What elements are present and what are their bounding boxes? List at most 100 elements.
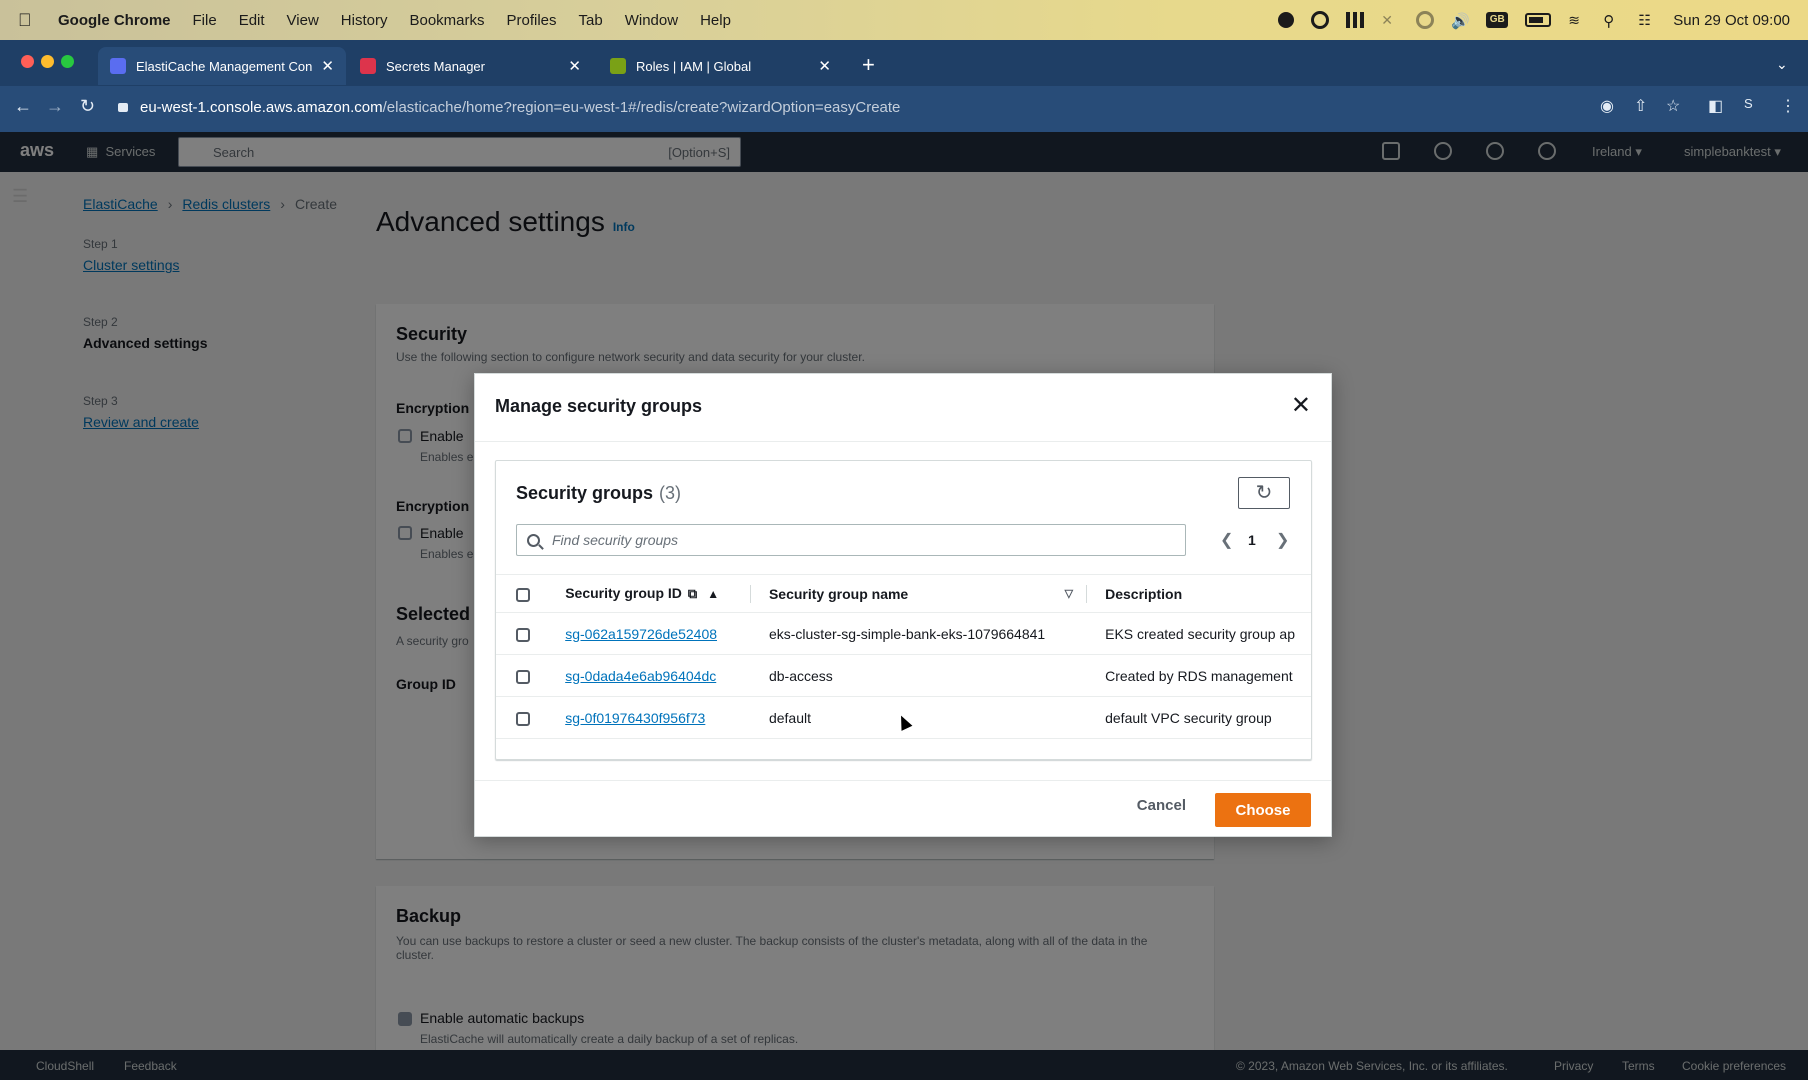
row-select-cell	[496, 612, 548, 655]
tab-elasticache[interactable]: ElastiCache Management Con ✕	[98, 47, 346, 85]
search-input[interactable]	[552, 532, 1185, 548]
close-tab-icon[interactable]: ✕	[568, 57, 581, 75]
modal-header: Manage security groups ✕	[475, 374, 1331, 442]
tab-label: Secrets Manager	[386, 58, 485, 74]
security-group-id-cell: sg-062a159726de52408	[547, 612, 751, 655]
macos-menubar:  Google Chrome File Edit View History B…	[0, 0, 1808, 40]
refresh-button[interactable]: ↻	[1238, 477, 1290, 509]
menu-window[interactable]: Window	[625, 12, 678, 29]
choose-button[interactable]: Choose	[1215, 793, 1311, 827]
screen-capture-icon[interactable]	[1311, 11, 1330, 29]
select-all-checkbox[interactable]	[516, 587, 530, 602]
bluetooth-icon[interactable]: ✕	[1381, 12, 1399, 28]
table-row[interactable]: sg-062a159726de52408 eks-cluster-sg-simp…	[496, 612, 1311, 655]
battery-icon[interactable]	[1525, 13, 1552, 27]
sidebar-menu-icon[interactable]: ☰	[12, 186, 28, 207]
sort-ascending-icon: ▲	[707, 587, 720, 601]
select-all-cell	[496, 574, 548, 613]
security-group-name-cell: db-access	[750, 654, 1088, 697]
cancel-button[interactable]: Cancel	[1137, 797, 1186, 814]
control-center-icon[interactable]: ☷	[1638, 12, 1656, 28]
elasticache-favicon-icon	[110, 58, 126, 74]
address-bar[interactable]: eu-west-1.console.aws.amazon.com/elastic…	[118, 92, 1558, 122]
table-header-row: Security group ID ⧉ ▲ Security group name ▽…	[496, 574, 1311, 613]
security-groups-count: (3)	[659, 483, 682, 503]
spotlight-icon[interactable]: ⚲	[1603, 12, 1621, 30]
security-group-id-link[interactable]: sg-062a159726de52408	[565, 626, 717, 642]
previous-page-icon[interactable]: ❮	[1220, 530, 1233, 550]
security-groups-title: Security groups	[516, 483, 654, 503]
new-tab-icon[interactable]: +	[862, 52, 875, 78]
menu-view[interactable]: View	[287, 12, 319, 29]
focus-icon[interactable]	[1416, 11, 1435, 29]
minimize-window-button[interactable]	[41, 55, 54, 68]
description-cell: EKS created security group ap	[1087, 612, 1311, 655]
security-group-id-header[interactable]: Security group ID ⧉ ▲	[547, 574, 751, 613]
security-group-id-header-label: Security group ID	[565, 585, 682, 601]
security-group-id-cell: sg-0f01976430f956f73	[547, 696, 751, 739]
row-select-cell	[496, 654, 548, 697]
manage-security-groups-modal: Manage security groups ✕ Security groups…	[474, 373, 1332, 837]
security-group-id-link[interactable]: sg-0dada4e6ab96404dc	[565, 668, 716, 684]
close-window-button[interactable]	[21, 55, 34, 68]
close-icon[interactable]: ✕	[1291, 394, 1311, 418]
row-select-cell	[496, 696, 548, 739]
url-path: /elasticache/home?region=eu-west-1#/redi…	[382, 98, 901, 116]
table-row[interactable]: sg-0dada4e6ab96404dc db-access Created b…	[496, 654, 1311, 697]
menubar-datetime[interactable]: Sun 29 Oct 09:00	[1673, 12, 1790, 29]
modal-title: Manage security groups	[495, 396, 703, 416]
bookmark-star-icon[interactable]: ☆	[1666, 96, 1680, 116]
maximize-window-button[interactable]	[61, 55, 74, 68]
reload-icon[interactable]: ↻	[80, 96, 95, 117]
close-tab-icon[interactable]: ✕	[321, 57, 334, 75]
tab-secrets-manager[interactable]: Secrets Manager ✕	[348, 47, 593, 85]
menu-edit[interactable]: Edit	[239, 12, 265, 29]
menu-file[interactable]: File	[193, 12, 217, 29]
menu-tab[interactable]: Tab	[579, 12, 603, 29]
secrets-manager-favicon-icon	[360, 58, 376, 74]
row-checkbox[interactable]	[516, 711, 530, 726]
lock-icon	[118, 102, 128, 112]
tab-label: Roles | IAM | Global	[636, 58, 752, 74]
chrome-menu-icon[interactable]: ⋮	[1780, 96, 1796, 116]
share-icon[interactable]: ⇧	[1634, 96, 1647, 116]
security-groups-search[interactable]	[516, 524, 1186, 556]
side-panel-icon[interactable]: ◧	[1708, 96, 1723, 116]
menu-history[interactable]: History	[341, 12, 388, 29]
apple-icon[interactable]: 	[18, 10, 40, 31]
security-group-name-header[interactable]: Security group name ▽	[750, 574, 1088, 613]
security-groups-heading: Security groups (3)	[516, 483, 681, 504]
security-group-name-cell: default	[750, 696, 1088, 739]
keyboard-input-icon[interactable]: GB	[1486, 12, 1509, 28]
row-checkbox[interactable]	[516, 669, 530, 684]
wifi-icon[interactable]: ≋	[1568, 12, 1586, 28]
page-number[interactable]: 1	[1248, 532, 1256, 548]
iam-favicon-icon	[610, 58, 626, 74]
search-icon	[527, 533, 540, 547]
menubar-app-name[interactable]: Google Chrome	[58, 12, 171, 29]
google-lens-icon[interactable]: ◉	[1600, 96, 1614, 116]
row-checkbox[interactable]	[516, 627, 530, 642]
profile-avatar[interactable]: S	[1744, 96, 1753, 111]
app-status-icon[interactable]	[1346, 12, 1365, 28]
record-icon[interactable]	[1278, 12, 1295, 28]
description-header[interactable]: Description	[1087, 574, 1311, 613]
modal-footer: Cancel Choose	[475, 780, 1331, 838]
menu-profiles[interactable]: Profiles	[507, 12, 557, 29]
refresh-icon: ↻	[1255, 482, 1273, 504]
back-icon[interactable]: ←	[14, 96, 32, 117]
close-tab-icon[interactable]: ✕	[818, 57, 831, 75]
description-cell: Created by RDS management	[1087, 654, 1311, 697]
menu-help[interactable]: Help	[700, 12, 731, 29]
tab-iam-roles[interactable]: Roles | IAM | Global ✕	[598, 47, 843, 85]
tab-label: ElastiCache Management Con	[136, 58, 313, 74]
security-group-name-cell: eks-cluster-sg-simple-bank-eks-107966484…	[750, 612, 1088, 655]
forward-icon[interactable]: →	[46, 96, 64, 117]
next-page-icon[interactable]: ❯	[1276, 530, 1289, 550]
tab-search-chevron-icon[interactable]: ⌄	[1776, 56, 1788, 73]
sort-icon: ▽	[1064, 588, 1074, 600]
menu-bookmarks[interactable]: Bookmarks	[409, 12, 484, 29]
security-group-id-link[interactable]: sg-0f01976430f956f73	[565, 710, 705, 726]
description-cell: default VPC security group	[1087, 696, 1311, 739]
volume-icon[interactable]: 🔊	[1451, 12, 1470, 30]
